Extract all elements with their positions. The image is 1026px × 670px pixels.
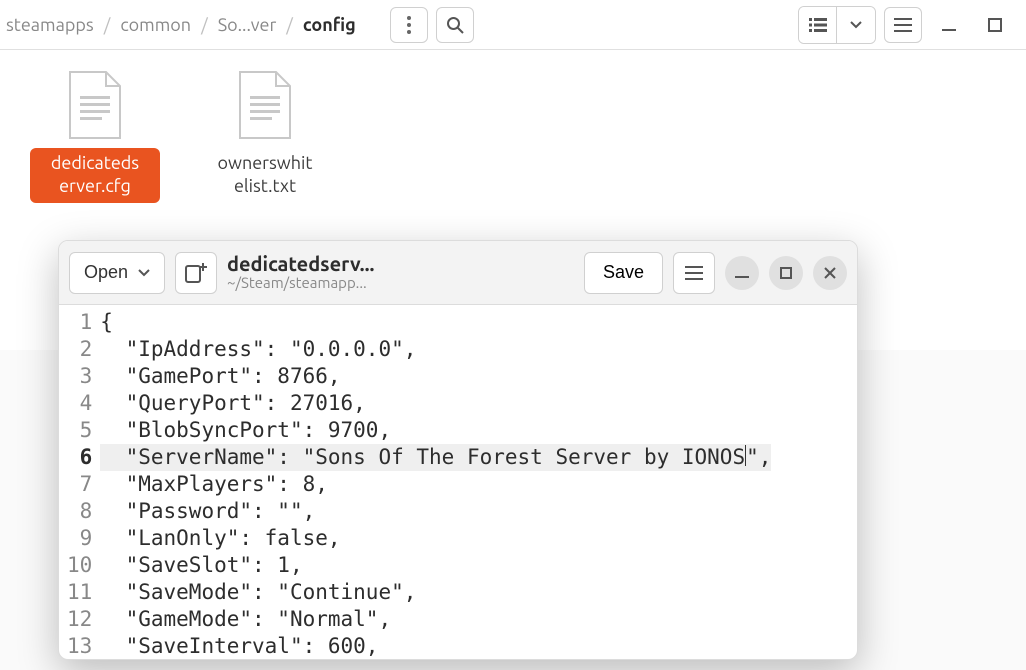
line-number: 2 — [67, 336, 92, 363]
open-button[interactable]: Open — [69, 252, 165, 294]
line-number: 10 — [67, 552, 92, 579]
breadcrumb: steamapps / common / So...ver / config — [6, 15, 356, 35]
file-item-ownerswhitelist-txt[interactable]: ownerswhit elist.txt — [200, 70, 330, 203]
editor-title: dedicatedserv... — [227, 253, 374, 275]
code-line[interactable]: "QueryPort": 27016, — [100, 390, 771, 417]
open-label: Open — [84, 262, 128, 283]
view-dropdown-button[interactable] — [837, 7, 875, 43]
editor-minimize-button[interactable] — [725, 256, 759, 290]
line-number: 8 — [67, 498, 92, 525]
editor-header-bar: Open dedicatedserv... ~/Steam/steamapp..… — [59, 241, 857, 305]
hamburger-icon — [685, 266, 703, 280]
code-line[interactable]: "MaxPlayers": 8, — [100, 471, 771, 498]
file-manager-right-controls — [798, 6, 1020, 44]
search-icon — [446, 16, 464, 34]
list-view-button[interactable] — [799, 7, 837, 43]
breadcrumb-common[interactable]: common — [120, 15, 191, 35]
code-line[interactable]: "Password": "", — [100, 498, 771, 525]
editor-subtitle: ~/Steam/steamapp... — [227, 275, 374, 292]
line-number: 1 — [67, 309, 92, 336]
editor-menu-button[interactable] — [673, 252, 715, 294]
breadcrumb-separator: / — [286, 15, 293, 35]
code-line[interactable]: "IpAddress": "0.0.0.0", — [100, 336, 771, 363]
breadcrumb-separator: / — [104, 15, 111, 35]
search-button[interactable] — [436, 7, 474, 43]
text-editor-window: Open dedicatedserv... ~/Steam/steamapp..… — [58, 240, 858, 660]
chevron-down-icon — [138, 269, 150, 277]
minimize-window-button[interactable] — [930, 7, 968, 43]
hamburger-icon — [894, 18, 912, 32]
chevron-down-icon — [850, 21, 862, 29]
file-label: dedicateds erver.cfg — [30, 148, 160, 203]
editor-close-button[interactable] — [813, 256, 847, 290]
breadcrumb-steamapps[interactable]: steamapps — [6, 15, 94, 35]
view-mode-group — [798, 6, 876, 44]
line-number: 5 — [67, 417, 92, 444]
code-area[interactable]: 12345678910111213 { "IpAddress": "0.0.0.… — [59, 305, 857, 659]
line-number: 9 — [67, 525, 92, 552]
breadcrumb-separator: / — [201, 15, 208, 35]
file-label: ownerswhit elist.txt — [200, 148, 330, 203]
code-line[interactable]: "GameMode": "Normal", — [100, 606, 771, 633]
maximize-icon — [780, 267, 792, 279]
new-tab-button[interactable] — [175, 252, 217, 294]
new-tab-icon — [185, 263, 207, 283]
minimize-icon — [942, 18, 956, 32]
maximize-window-button[interactable] — [976, 7, 1014, 43]
code-line[interactable]: "LanOnly": false, — [100, 525, 771, 552]
hamburger-button[interactable] — [884, 7, 922, 43]
code-line[interactable]: { — [100, 309, 771, 336]
code-line[interactable]: "SaveSlot": 1, — [100, 552, 771, 579]
line-number: 11 — [67, 579, 92, 606]
text-file-icon — [66, 70, 124, 140]
code-line[interactable]: "BlobSyncPort": 9700, — [100, 417, 771, 444]
text-file-icon — [236, 70, 294, 140]
code-content[interactable]: { "IpAddress": "0.0.0.0", "GamePort": 87… — [100, 305, 771, 659]
breadcrumb-sover[interactable]: So...ver — [218, 15, 277, 35]
editor-maximize-button[interactable] — [769, 256, 803, 290]
close-icon — [824, 267, 836, 279]
code-line[interactable]: "GamePort": 8766, — [100, 363, 771, 390]
line-number: 4 — [67, 390, 92, 417]
code-line[interactable]: "SaveInterval": 600, — [100, 633, 771, 659]
file-manager-toolbar: steamapps / common / So...ver / config — [0, 0, 1026, 50]
file-item-dedicatedserver-cfg[interactable]: dedicateds erver.cfg — [30, 70, 160, 203]
list-view-icon — [809, 18, 827, 32]
code-line[interactable]: "ServerName": "Sons Of The Forest Server… — [100, 444, 771, 471]
breadcrumb-config[interactable]: config — [303, 15, 356, 35]
kebab-menu-button[interactable] — [390, 7, 428, 43]
line-number: 13 — [67, 633, 92, 659]
save-button[interactable]: Save — [584, 252, 663, 294]
minimize-icon — [735, 266, 749, 280]
line-number: 6 — [67, 444, 92, 471]
code-line[interactable]: "SaveMode": "Continue", — [100, 579, 771, 606]
line-number-gutter: 12345678910111213 — [59, 305, 100, 659]
line-number: 12 — [67, 606, 92, 633]
line-number: 7 — [67, 471, 92, 498]
kebab-icon — [407, 16, 411, 34]
editor-title-block: dedicatedserv... ~/Steam/steamapp... — [227, 253, 374, 292]
maximize-icon — [988, 18, 1002, 32]
line-number: 3 — [67, 363, 92, 390]
